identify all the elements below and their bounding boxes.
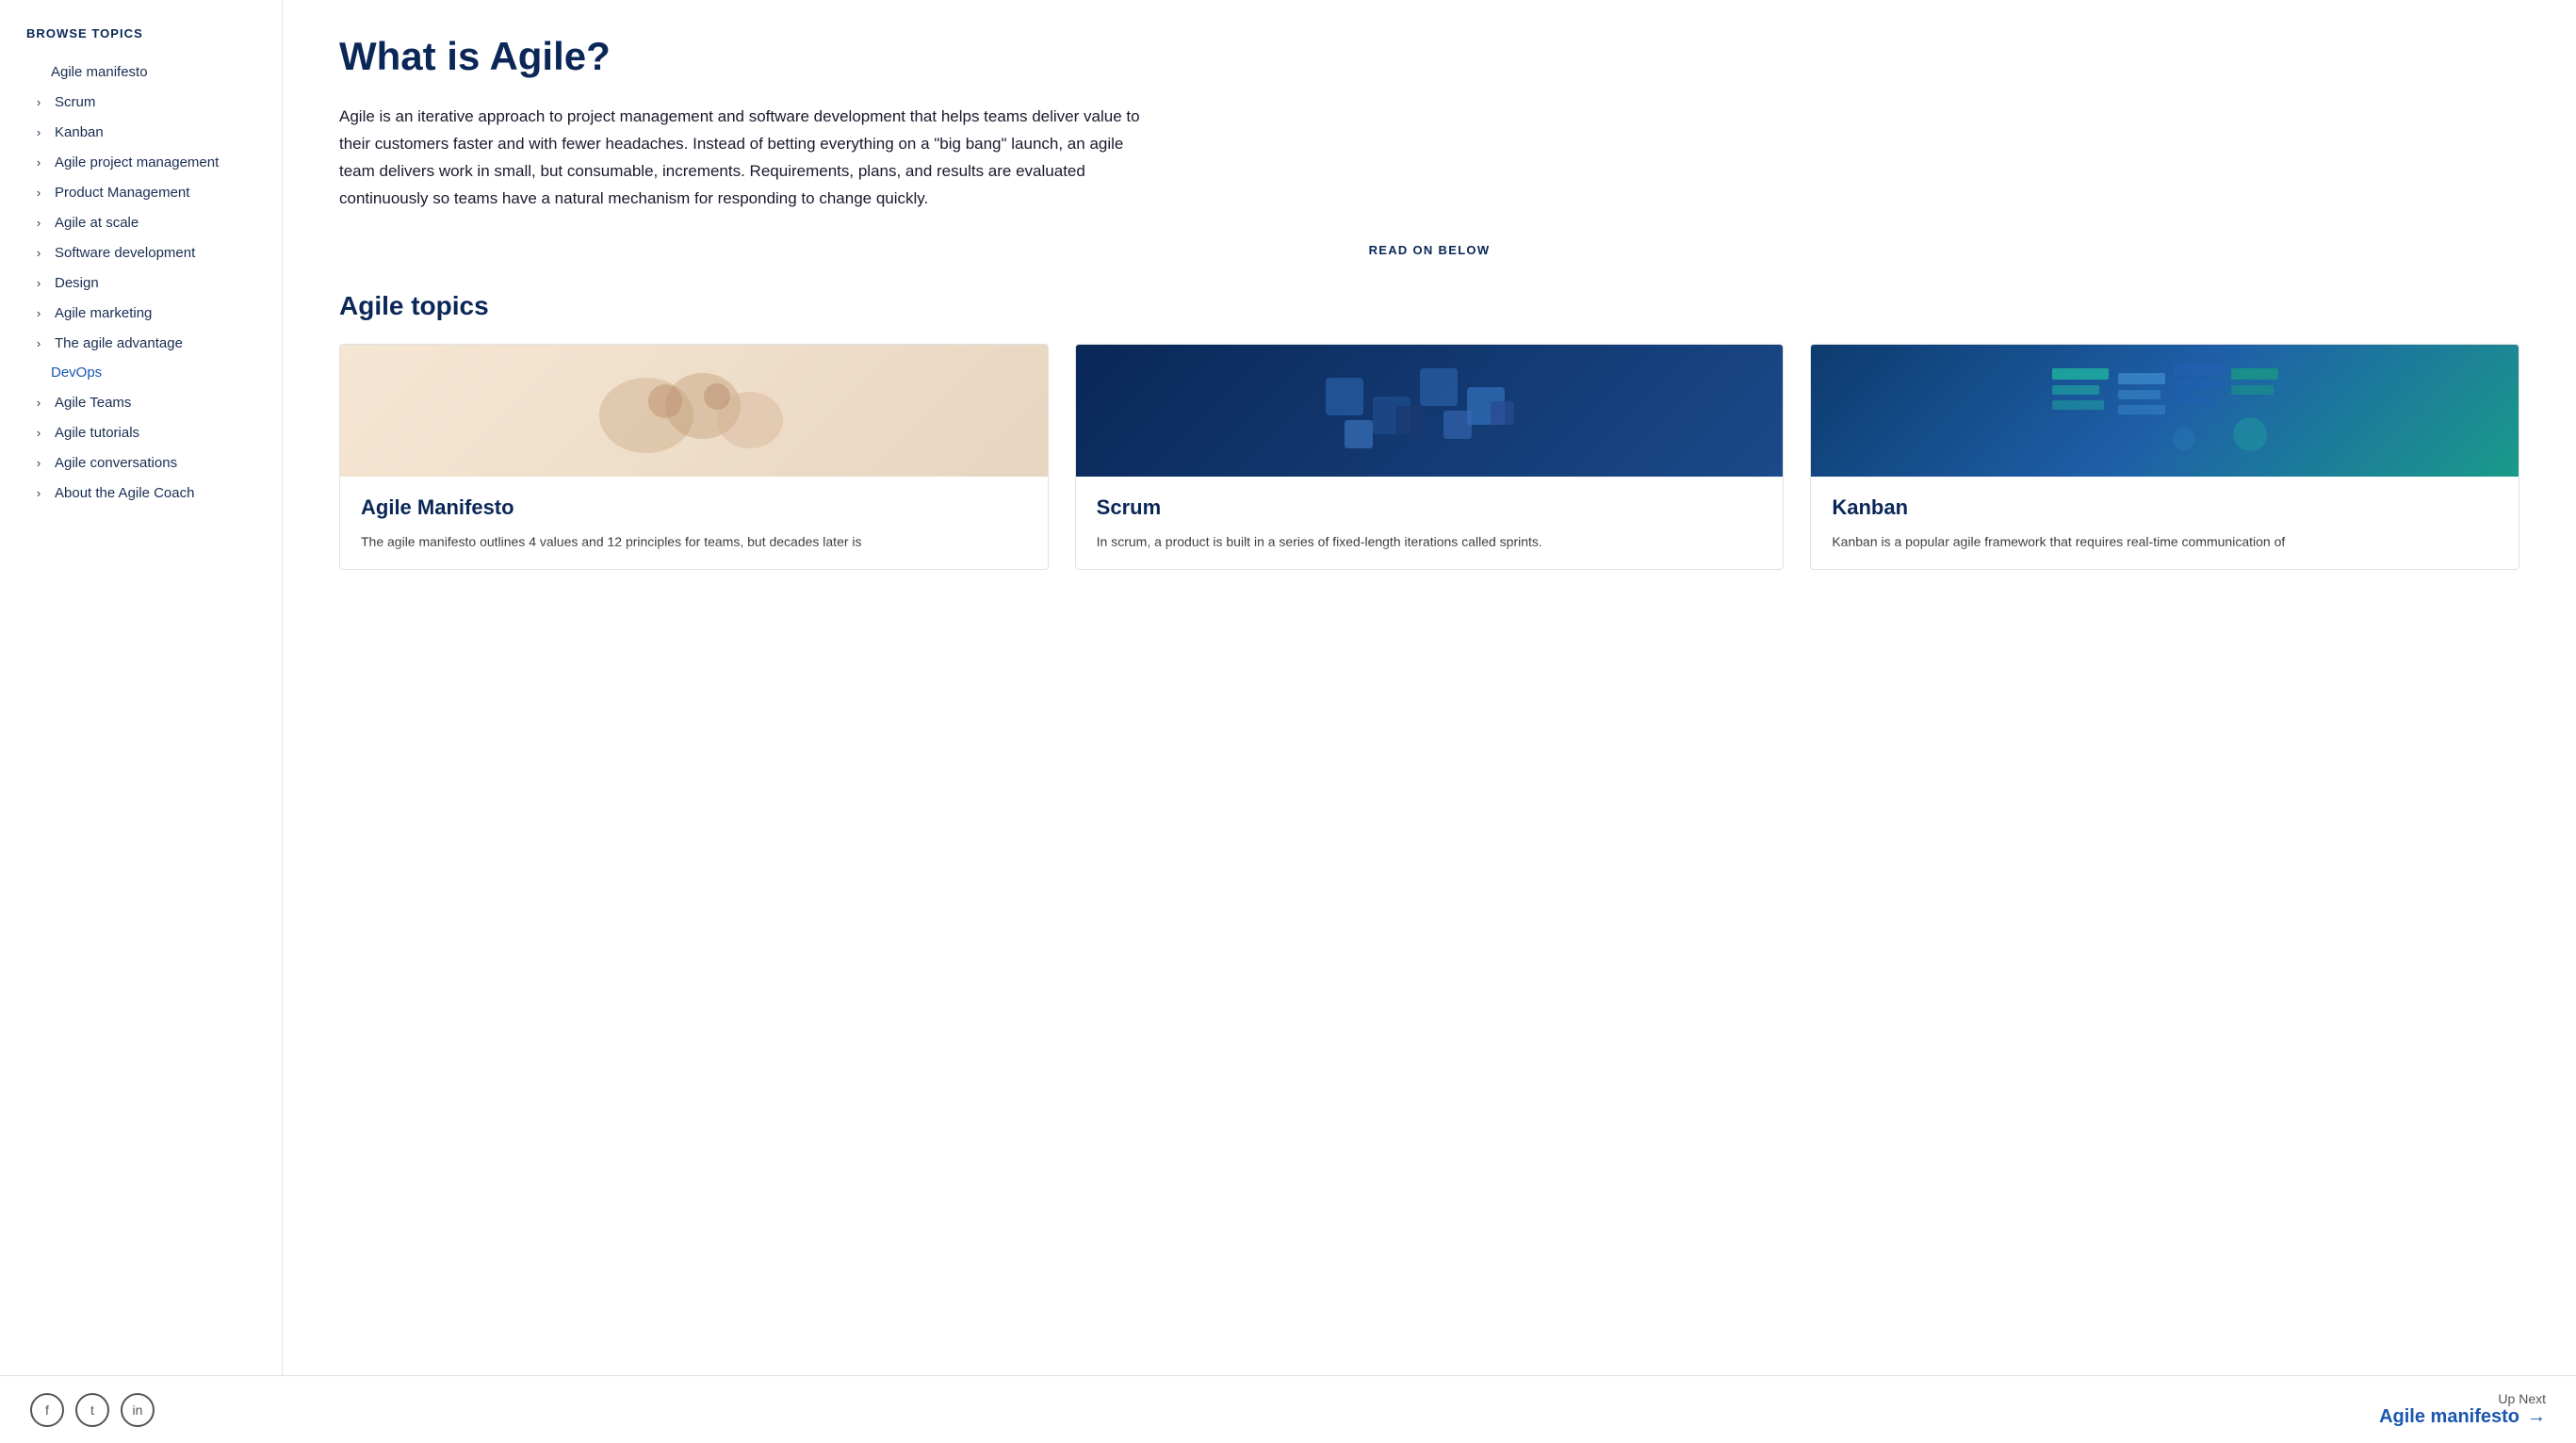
card-image-scrum: [1076, 345, 1784, 477]
sidebar-item-agile-coach[interactable]: › About the Agile Coach: [26, 478, 282, 508]
sidebar-nav: Agile manifesto›Scrum›Kanban›Agile proje…: [26, 57, 282, 508]
card-image-manifesto: [340, 345, 1048, 477]
sidebar-item-label: Scrum: [55, 94, 95, 110]
card-kanban-card[interactable]: Kanban Kanban is a popular agile framewor…: [1810, 344, 2519, 570]
sidebar-item-agile-conversations[interactable]: › Agile conversations: [26, 447, 282, 478]
card-image-kanban: [1811, 345, 2519, 477]
sidebar-item-software-development[interactable]: › Software development: [26, 237, 282, 268]
up-next-arrow-icon: →: [2527, 1406, 2546, 1428]
sidebar-item-agile-at-scale[interactable]: › Agile at scale: [26, 207, 282, 237]
main-content: What is Agile? Agile is an iterative app…: [283, 0, 2576, 1375]
chevron-icon: ›: [30, 424, 47, 441]
sidebar-item-scrum[interactable]: › Scrum: [26, 87, 282, 117]
sidebar-item-product-management[interactable]: › Product Management: [26, 177, 282, 207]
chevron-icon: ›: [30, 274, 47, 291]
chevron-icon: ›: [30, 244, 47, 261]
facebook-icon[interactable]: f: [30, 1393, 64, 1427]
card-body: Scrum In scrum, a product is built in a s…: [1076, 477, 1784, 569]
card-desc: In scrum, a product is built in a series…: [1097, 531, 1763, 552]
linkedin-icon[interactable]: in: [121, 1393, 155, 1427]
sidebar-item-label: Agile project management: [55, 154, 219, 170]
sidebar-item-agile-project-management[interactable]: › Agile project management: [26, 147, 282, 177]
sidebar-item-devops[interactable]: DevOps: [26, 358, 282, 387]
sidebar-item-label: Kanban: [55, 124, 104, 140]
read-on-below: READ ON BELOW: [339, 243, 2519, 257]
chevron-icon: ›: [30, 394, 47, 411]
card-title: Agile Manifesto: [361, 495, 1027, 520]
card-title: Kanban: [1832, 495, 2498, 520]
sidebar-item-label: Agile marketing: [55, 305, 152, 321]
agile-topics-title: Agile topics: [339, 291, 2519, 321]
chevron-icon: ›: [30, 154, 47, 170]
intro-text: Agile is an iterative approach to projec…: [339, 104, 1159, 213]
sidebar-item-agile-manifesto[interactable]: Agile manifesto: [26, 57, 282, 87]
sidebar-item-agile-advantage[interactable]: › The agile advantage: [26, 328, 282, 358]
up-next: Up Next Agile manifesto →: [2379, 1391, 2546, 1428]
sidebar: BROWSE TOPICS Agile manifesto›Scrum›Kanb…: [0, 0, 283, 1375]
browse-topics-label: BROWSE TOPICS: [26, 26, 282, 41]
social-icons: f t in: [30, 1393, 155, 1427]
chevron-icon: ›: [30, 123, 47, 140]
sidebar-item-agile-marketing[interactable]: › Agile marketing: [26, 298, 282, 328]
twitter-icon[interactable]: t: [75, 1393, 109, 1427]
chevron-icon: ›: [30, 304, 47, 321]
up-next-link[interactable]: Agile manifesto →: [2379, 1406, 2546, 1428]
chevron-icon: ›: [30, 214, 47, 231]
card-scrum-card[interactable]: Scrum In scrum, a product is built in a s…: [1075, 344, 1785, 570]
sidebar-item-label: Agile conversations: [55, 455, 177, 471]
sidebar-item-label: Agile Teams: [55, 395, 131, 411]
cards-row: Agile Manifesto The agile manifesto outli…: [339, 344, 2519, 570]
sidebar-item-label: Product Management: [55, 185, 189, 201]
chevron-icon: ›: [30, 93, 47, 110]
sidebar-item-label: The agile advantage: [55, 335, 183, 351]
sidebar-item-label: Software development: [55, 245, 195, 261]
chevron-icon: ›: [30, 334, 47, 351]
chevron-icon: ›: [30, 484, 47, 501]
card-body: Agile Manifesto The agile manifesto outli…: [340, 477, 1048, 569]
card-agile-manifesto-card[interactable]: Agile Manifesto The agile manifesto outli…: [339, 344, 1049, 570]
footer: f t in Up Next Agile manifesto →: [0, 1375, 2576, 1443]
chevron-icon: ›: [30, 454, 47, 471]
sidebar-item-label: DevOps: [51, 365, 102, 381]
sidebar-item-label: Agile tutorials: [55, 425, 139, 441]
up-next-label: Up Next: [2498, 1391, 2546, 1406]
chevron-icon: ›: [30, 184, 47, 201]
sidebar-item-kanban[interactable]: › Kanban: [26, 117, 282, 147]
up-next-link-text: Agile manifesto: [2379, 1406, 2519, 1428]
sidebar-item-agile-teams[interactable]: › Agile Teams: [26, 387, 282, 417]
page-title: What is Agile?: [339, 34, 2519, 79]
card-title: Scrum: [1097, 495, 1763, 520]
card-desc: The agile manifesto outlines 4 values an…: [361, 531, 1027, 552]
sidebar-item-label: Agile manifesto: [51, 64, 148, 80]
sidebar-item-label: Agile at scale: [55, 215, 139, 231]
card-body: Kanban Kanban is a popular agile framewor…: [1811, 477, 2519, 569]
sidebar-item-design[interactable]: › Design: [26, 268, 282, 298]
sidebar-item-label: Design: [55, 275, 99, 291]
sidebar-item-label: About the Agile Coach: [55, 485, 194, 501]
sidebar-item-agile-tutorials[interactable]: › Agile tutorials: [26, 417, 282, 447]
card-desc: Kanban is a popular agile framework that…: [1832, 531, 2498, 552]
